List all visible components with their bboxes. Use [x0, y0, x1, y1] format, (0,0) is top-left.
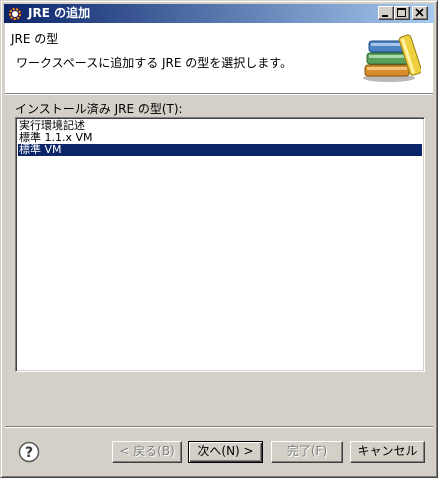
- svg-text:?: ?: [25, 445, 33, 461]
- list-item[interactable]: 標準 1.1.x VM: [18, 132, 422, 144]
- header-separator: [5, 93, 433, 95]
- cancel-button[interactable]: キャンセル: [350, 441, 425, 463]
- page-title: JRE の型: [11, 32, 59, 46]
- title-bar[interactable]: JRE の追加: [4, 4, 434, 23]
- window-title: JRE の追加: [28, 6, 91, 20]
- back-button[interactable]: < 戻る(B): [112, 441, 182, 463]
- list-item-selected[interactable]: 標準 VM: [18, 144, 422, 156]
- help-button[interactable]: ?: [18, 441, 40, 463]
- wizard-header: JRE の型 ワークスペースに追加する JRE の型を選択します。: [5, 23, 433, 93]
- minimize-icon: [382, 15, 388, 17]
- eclipse-icon: [7, 6, 23, 22]
- maximize-button[interactable]: [394, 6, 410, 20]
- installed-jre-types-label: インストール済み JRE の型(T):: [15, 102, 183, 116]
- footer-separator: [5, 426, 433, 428]
- next-button[interactable]: 次へ(N) >: [188, 441, 263, 463]
- library-books-icon: [361, 31, 422, 83]
- close-button[interactable]: [412, 6, 428, 20]
- finish-button[interactable]: 完了(F): [271, 441, 343, 463]
- jre-type-list[interactable]: 実行環境記述 標準 1.1.x VM 標準 VM: [15, 117, 425, 372]
- page-description: ワークスペースに追加する JRE の型を選択します。: [16, 56, 293, 70]
- add-jre-dialog: JRE の追加 JRE の型 ワークスペースに追加する JRE の型を選択します…: [0, 0, 438, 478]
- close-icon: [415, 8, 424, 17]
- help-icon: ?: [18, 441, 40, 463]
- maximize-icon: [397, 8, 406, 17]
- minimize-button[interactable]: [378, 6, 394, 20]
